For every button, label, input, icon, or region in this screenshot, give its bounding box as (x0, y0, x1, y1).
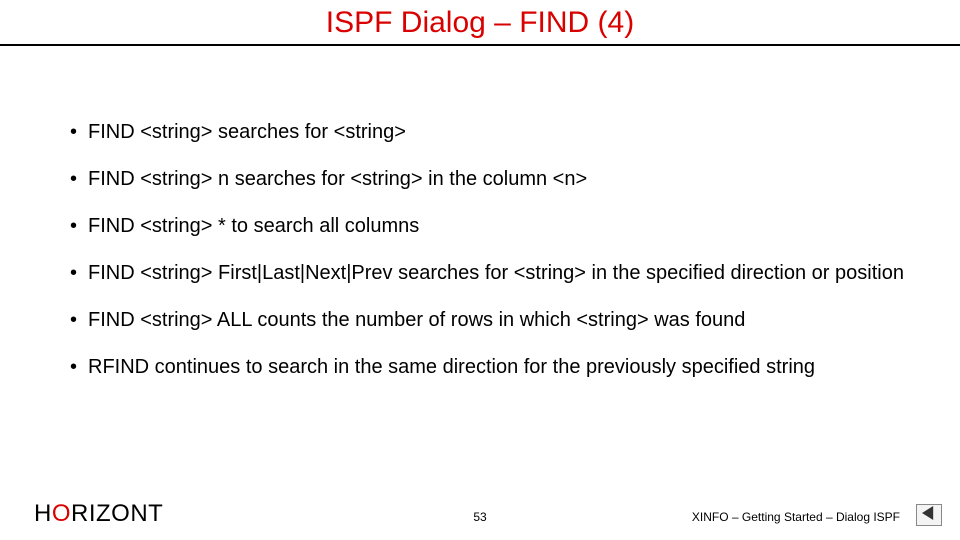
list-item: RFIND continues to search in the same di… (70, 355, 920, 380)
logo-letter: H (34, 500, 52, 527)
list-item: FIND <string> searches for <string> (70, 120, 920, 145)
slide-title: ISPF Dialog – FIND (4) (0, 6, 960, 40)
triangle-left-icon (922, 506, 936, 525)
footer: HORIZONT 53 XINFO – Getting Started – Di… (0, 498, 960, 528)
page-number: 53 (473, 510, 486, 524)
slide: ISPF Dialog – FIND (4) FIND <string> sea… (0, 0, 960, 540)
list-item: FIND <string> ALL counts the number of r… (70, 308, 920, 333)
title-underline (0, 44, 960, 46)
slide-body: FIND <string> searches for <string> FIND… (70, 120, 920, 402)
list-item: FIND <string> n searches for <string> in… (70, 167, 920, 192)
logo-horizont: HORIZONT (34, 500, 163, 528)
list-item: FIND <string> * to search all columns (70, 214, 920, 239)
logo-letter: RIZONT (71, 500, 163, 527)
bullet-list: FIND <string> searches for <string> FIND… (70, 120, 920, 380)
logo-letter: O (52, 500, 71, 527)
prev-slide-button[interactable] (916, 504, 942, 526)
doc-title: XINFO – Getting Started – Dialog ISPF (692, 510, 900, 524)
list-item: FIND <string> First|Last|Next|Prev searc… (70, 261, 920, 286)
